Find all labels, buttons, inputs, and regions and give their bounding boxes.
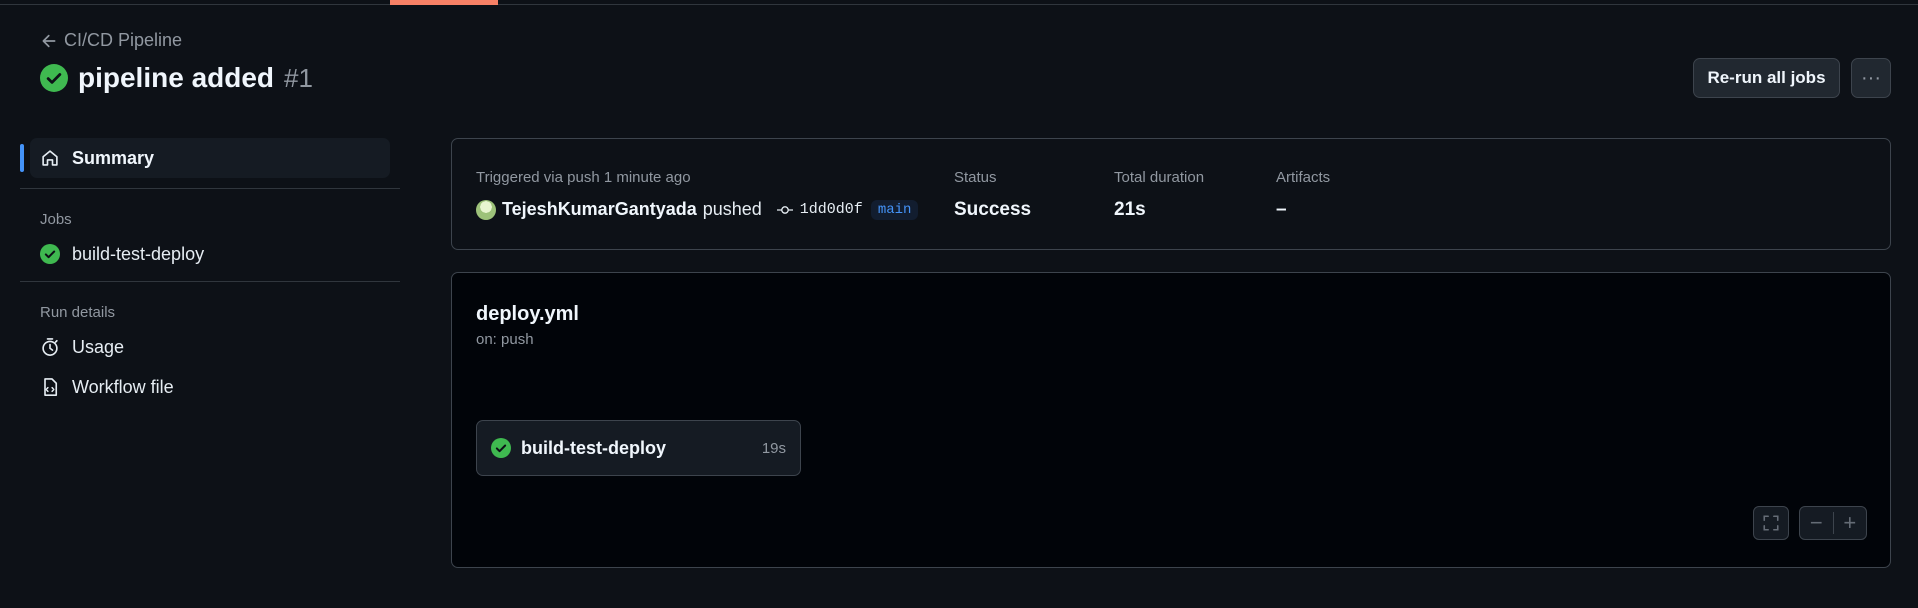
success-check-icon <box>40 244 60 264</box>
job-node-duration: 19s <box>761 439 786 457</box>
zoom-in-button[interactable]: + <box>1834 508 1867 538</box>
sidebar-item-label: build-test-deploy <box>72 243 205 264</box>
active-tab-underline <box>390 0 498 5</box>
commit-sha: 1dd0d0f <box>799 201 863 218</box>
status-value: Success <box>954 199 1032 220</box>
back-link[interactable]: CI/CD Pipeline <box>40 30 182 51</box>
job-node[interactable]: build-test-deploy 19s <box>476 420 801 476</box>
sidebar: Summary Jobs build-test-deploy Run detai… <box>20 138 400 406</box>
fullscreen-button[interactable] <box>1753 506 1789 540</box>
sidebar-item-job[interactable]: build-test-deploy <box>20 235 400 273</box>
artifacts-label: Artifacts <box>1276 169 1331 186</box>
more-options-button[interactable]: ··· <box>1851 58 1891 98</box>
workflow-graph-panel: deploy.yml on: push build-test-deploy 19… <box>451 272 1891 568</box>
kebab-horizontal-icon: ··· <box>1861 66 1881 89</box>
job-node-name: build-test-deploy <box>521 437 666 458</box>
sidebar-item-label: Summary <box>72 147 155 168</box>
git-commit-icon <box>776 205 793 214</box>
triggered-label: Triggered via push 1 minute ago <box>476 169 691 186</box>
sidebar-item-label: Workflow file <box>72 376 174 397</box>
sidebar-divider <box>20 281 400 282</box>
sidebar-divider <box>20 188 400 189</box>
top-border <box>0 0 1918 5</box>
status-label: Status <box>954 169 997 186</box>
sidebar-item-summary[interactable]: Summary <box>20 138 390 178</box>
duration-label: Total duration <box>1114 169 1205 186</box>
success-check-icon <box>491 438 511 458</box>
avatar[interactable] <box>476 199 496 220</box>
duration-value: 21s <box>1114 199 1146 220</box>
success-check-icon <box>40 64 68 92</box>
sidebar-item-label: Usage <box>72 336 125 357</box>
run-title: pipeline added <box>78 62 275 93</box>
run-summary-panel: Triggered via push 1 minute ago TejeshKu… <box>451 138 1891 250</box>
trigger-info: TejeshKumarGantyada pushed 1dd0d0f main <box>476 199 919 220</box>
user-link[interactable]: TejeshKumarGantyada <box>502 199 697 220</box>
page-title: pipeline added #1 <box>40 62 313 94</box>
workflow-file-name: deploy.yml <box>476 303 579 325</box>
rerun-all-jobs-button[interactable]: Re-run all jobs <box>1693 58 1840 98</box>
action-text: pushed <box>702 199 762 219</box>
branch-badge[interactable]: main <box>870 199 919 220</box>
active-indicator <box>20 144 24 172</box>
jobs-heading: Jobs <box>40 211 72 228</box>
zoom-out-button[interactable]: − <box>1800 508 1833 538</box>
arrow-left-icon <box>42 34 56 47</box>
workflow-trigger: on: push <box>476 331 534 348</box>
stopwatch-icon <box>42 338 58 356</box>
sidebar-item-workflow-file[interactable]: Workflow file <box>20 368 400 406</box>
file-code-icon <box>44 378 58 396</box>
run-number: #1 <box>284 62 313 93</box>
run-details-heading: Run details <box>40 304 116 321</box>
home-icon <box>42 150 58 166</box>
artifacts-value: – <box>1276 199 1287 220</box>
screen-full-icon <box>1763 515 1779 531</box>
sidebar-item-usage[interactable]: Usage <box>20 328 400 366</box>
commit-link[interactable]: 1dd0d0f <box>776 201 863 218</box>
back-link-label: CI/CD Pipeline <box>64 30 183 50</box>
zoom-controls: − + <box>1799 506 1867 540</box>
